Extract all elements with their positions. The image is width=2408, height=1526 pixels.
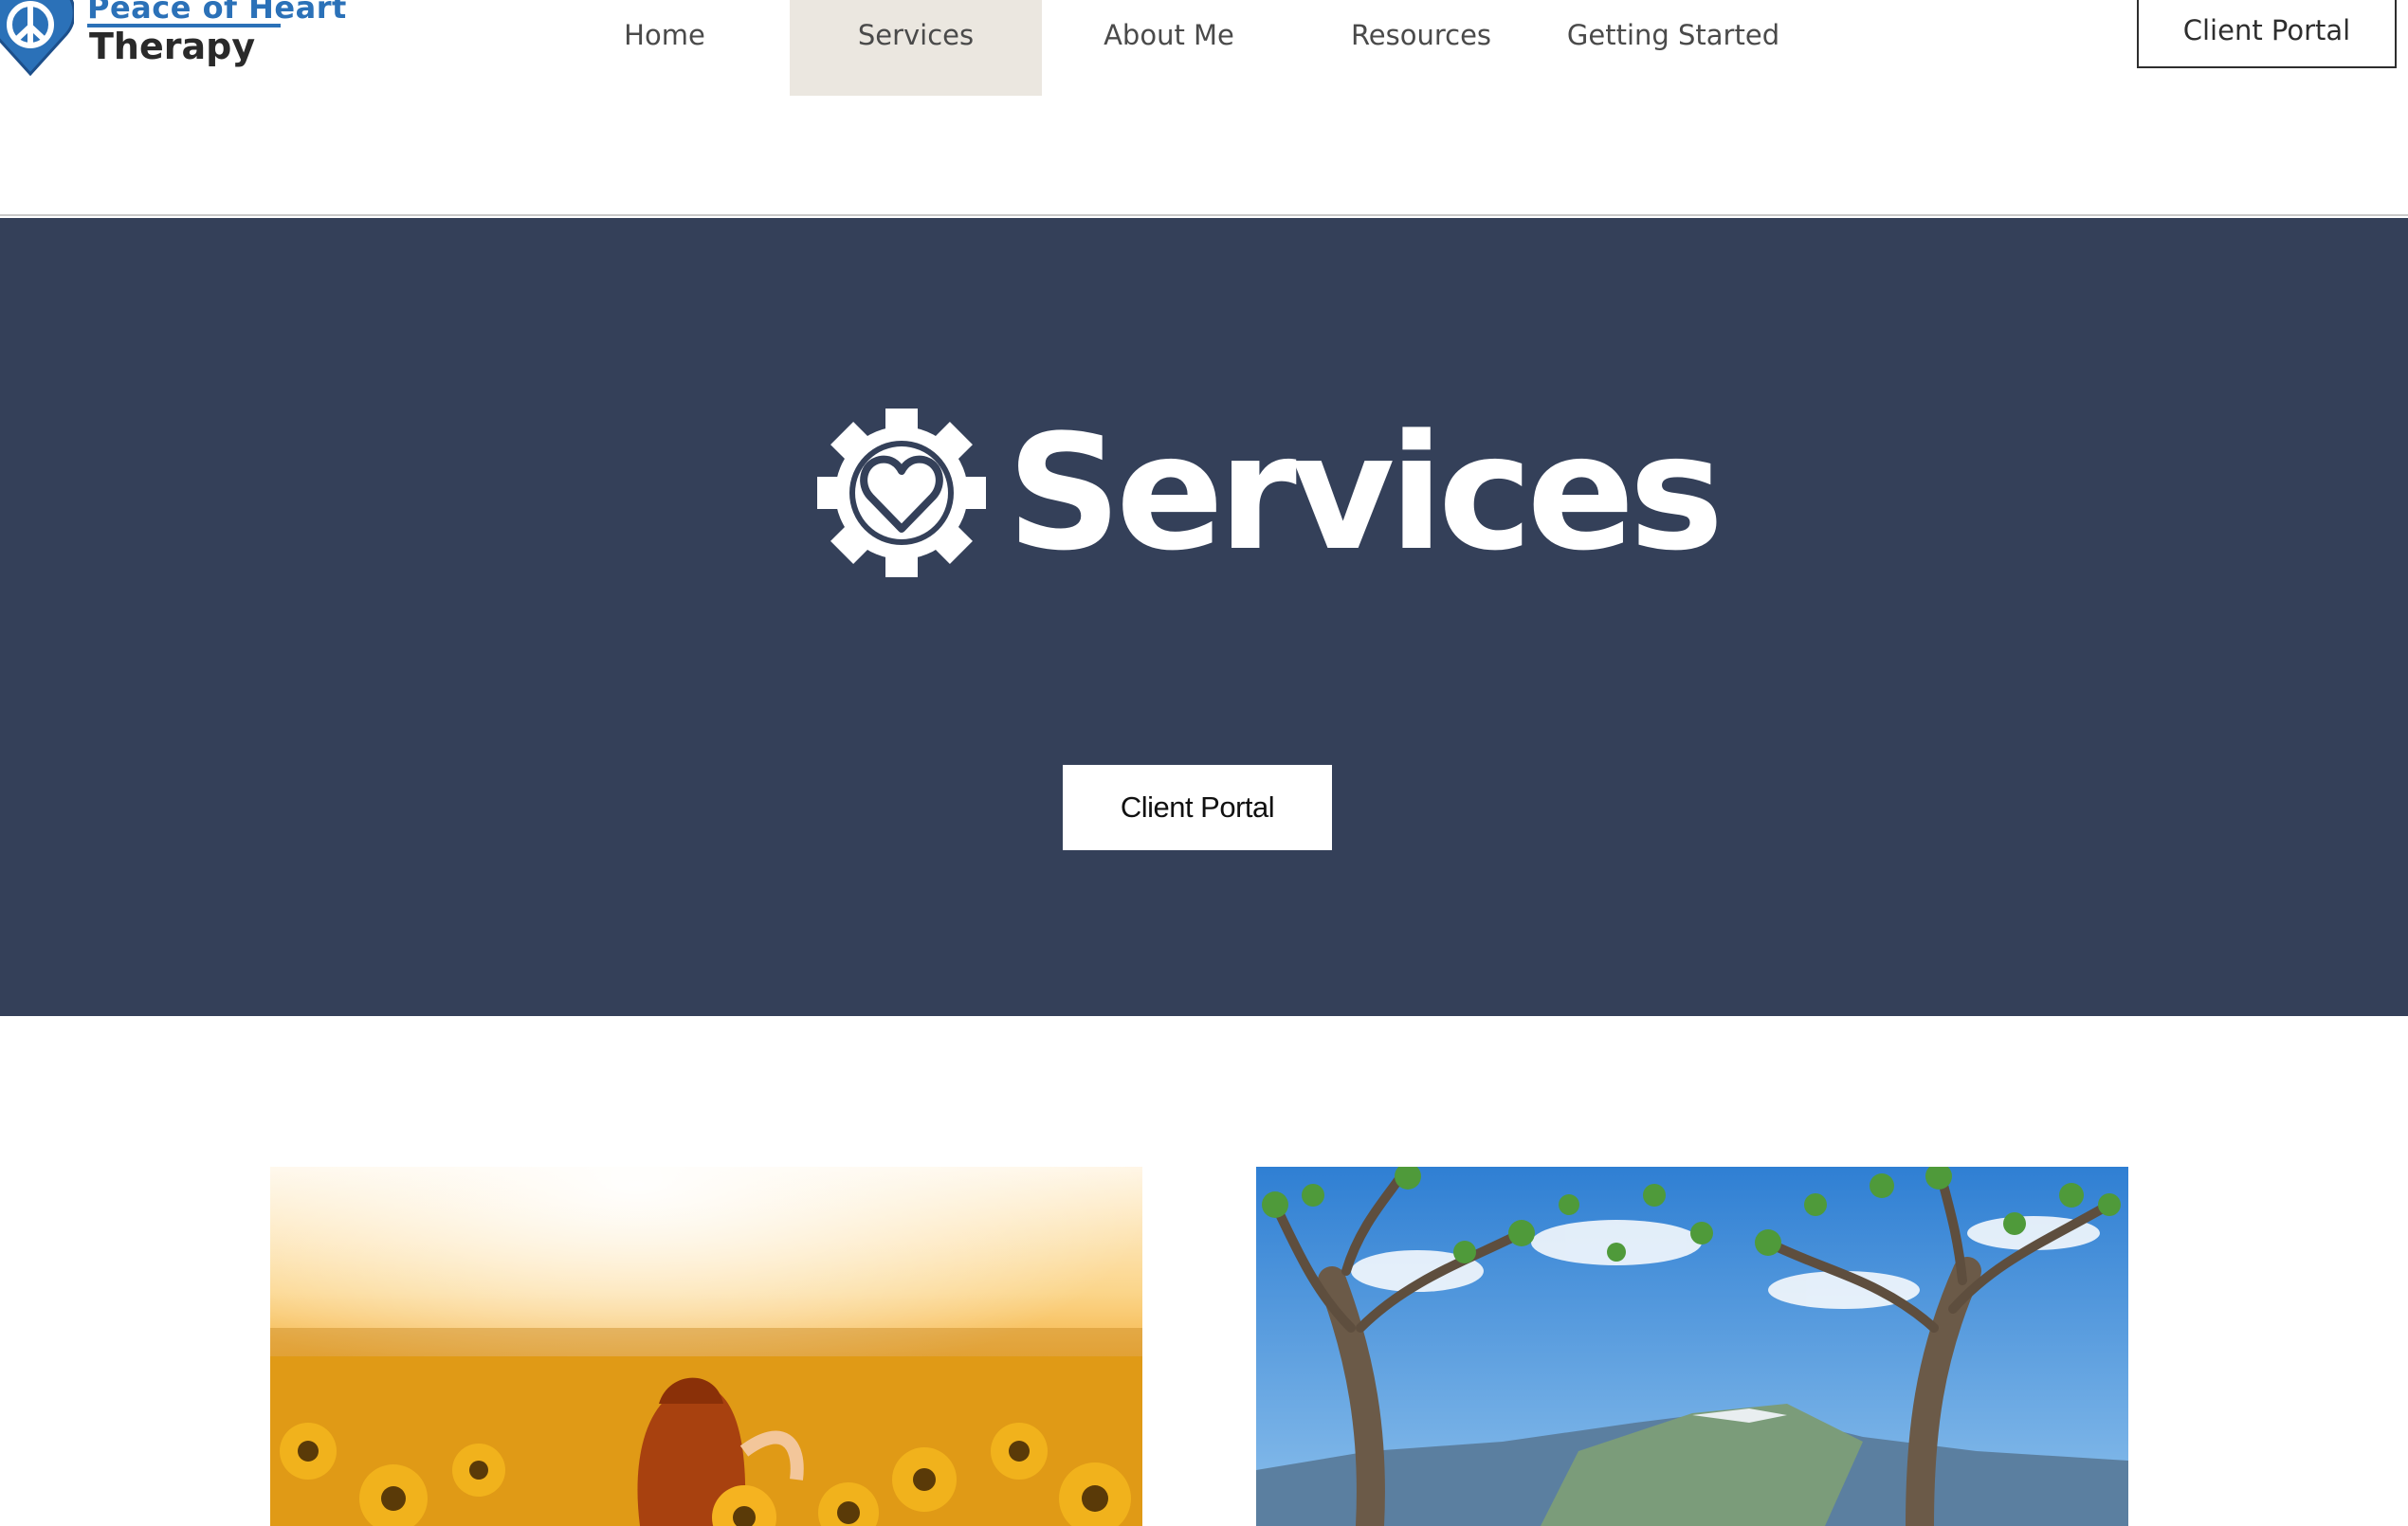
peace-heart-logo-icon	[0, 0, 74, 77]
sunflower-field-photo	[270, 1167, 1142, 1526]
logo-text-line1: Peace of Heart	[87, 0, 347, 26]
services-hero: Services Client Portal	[0, 218, 2408, 1016]
gear-heart-icon	[817, 409, 986, 577]
hero-heading: Services	[813, 398, 1724, 588]
trees-mountains-photo	[1256, 1167, 2128, 1526]
client-portal-button-header[interactable]: Client Portal	[2137, 0, 2397, 68]
logo-text-line2: Therapy	[89, 26, 256, 67]
nav-item-home[interactable]: Home	[538, 0, 791, 96]
client-portal-button-hero[interactable]: Client Portal	[1063, 765, 1332, 850]
nav-item-about-me[interactable]: About Me	[1043, 0, 1295, 96]
nav-item-services[interactable]: Services	[790, 0, 1042, 96]
site-logo[interactable]: Peace of Heart Therapy	[0, 0, 346, 85]
page-title: Services	[1007, 400, 1724, 586]
site-header: Peace of Heart Therapy Home Services Abo…	[0, 0, 2408, 216]
nav-item-resources[interactable]: Resources	[1295, 0, 1547, 96]
nav-item-getting-started[interactable]: Getting Started	[1547, 0, 1799, 96]
